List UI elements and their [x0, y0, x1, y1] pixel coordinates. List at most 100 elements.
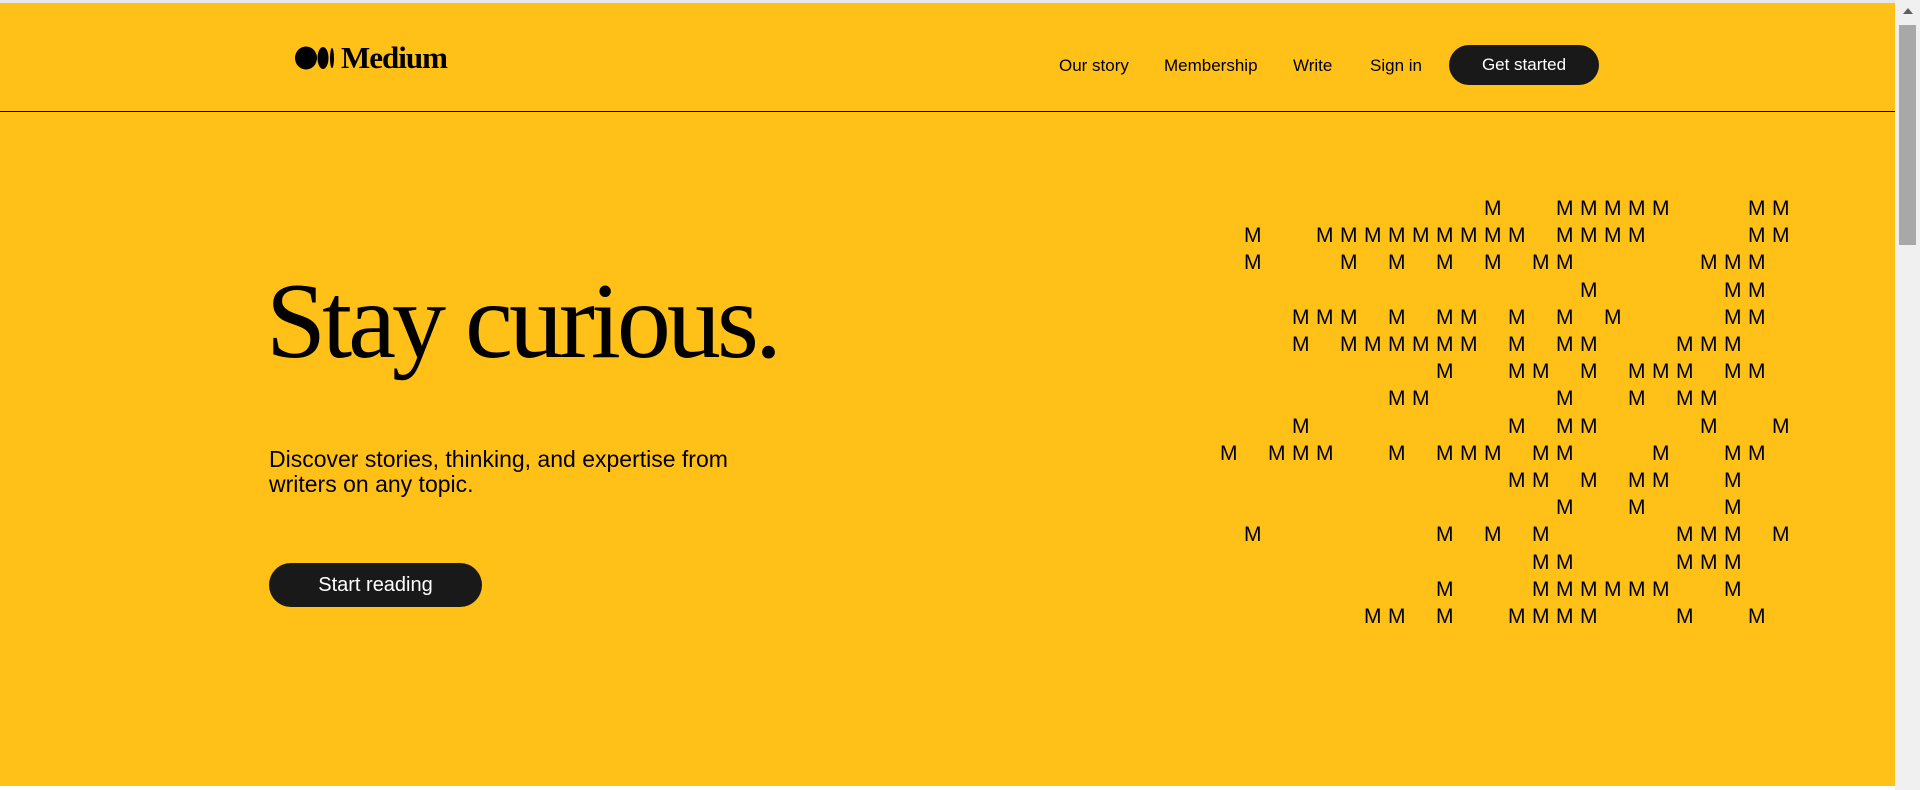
pattern-letter: M [1436, 360, 1454, 384]
pattern-letter: M [1412, 333, 1430, 356]
pattern-letter: M [1364, 333, 1382, 356]
nav-write[interactable]: Write [1293, 56, 1332, 76]
pattern-letter: M [1652, 360, 1670, 384]
pattern-letter: M [1436, 251, 1454, 275]
pattern-letter: M [1772, 197, 1790, 220]
pattern-letter: M [1364, 224, 1382, 248]
hero-title: Stay curious. [266, 262, 782, 381]
pattern-letter: M [1748, 360, 1766, 384]
vertical-scrollbar[interactable] [1895, 0, 1920, 790]
pattern-letter: M [1316, 224, 1334, 248]
pattern-letter: M [1652, 469, 1670, 492]
pattern-letter: M [1436, 523, 1454, 547]
pattern-letter: M [1556, 550, 1574, 574]
pattern-letter: M [1580, 333, 1598, 356]
pattern-letter: M [1340, 224, 1358, 248]
pattern-letter: M [1388, 441, 1406, 465]
site-header: Medium Our story Membership Write Sign i… [0, 3, 1895, 112]
pattern-letter: M [1556, 333, 1574, 356]
pattern-letter: M [1532, 360, 1550, 384]
pattern-letter: M [1484, 224, 1502, 248]
pattern-letter: M [1244, 224, 1262, 248]
pattern-letter: M [1532, 523, 1550, 547]
pattern-letter: M [1700, 550, 1718, 574]
pattern-letter: M [1748, 197, 1766, 220]
start-reading-button[interactable]: Start reading [269, 563, 482, 607]
pattern-letter: M [1484, 523, 1502, 547]
pattern-letter: M [1388, 605, 1406, 628]
pattern-letter: M [1628, 360, 1646, 384]
pattern-letter: M [1436, 577, 1454, 601]
pattern-letter: M [1292, 333, 1310, 356]
pattern-letter: M [1556, 496, 1574, 520]
page: Medium Our story Membership Write Sign i… [0, 0, 1920, 790]
pattern-letter: M [1532, 577, 1550, 601]
scrollbar-thumb[interactable] [1899, 25, 1916, 245]
pattern-letter: M [1724, 251, 1742, 275]
pattern-letter: M [1772, 523, 1790, 547]
pattern-letter: M [1388, 224, 1406, 248]
pattern-letter: M [1724, 469, 1742, 492]
arrow-up-icon[interactable] [1895, 0, 1920, 22]
pattern-letter: M [1604, 305, 1622, 329]
pattern-letter: M [1460, 441, 1478, 465]
pattern-letter: M [1580, 577, 1598, 601]
pattern-letter: M [1484, 251, 1502, 275]
pattern-letter: M [1508, 305, 1526, 329]
pattern-letter: M [1724, 305, 1742, 329]
pattern-letter: M [1748, 278, 1766, 302]
pattern-letter: M [1676, 360, 1694, 384]
pattern-letter: M [1340, 333, 1358, 356]
pattern-letter: M [1484, 441, 1502, 465]
pattern-letter: M [1628, 577, 1646, 601]
pattern-letter: M [1724, 550, 1742, 574]
pattern-letter: M [1292, 441, 1310, 465]
pattern-letter: M [1772, 414, 1790, 438]
pattern-letter: M [1436, 305, 1454, 329]
pattern-letter: M [1628, 224, 1646, 248]
pattern-letter: M [1484, 197, 1502, 220]
pattern-letter: M [1556, 305, 1574, 329]
nav-membership[interactable]: Membership [1164, 56, 1258, 76]
pattern-letter: M [1748, 441, 1766, 465]
pattern-letter: M [1700, 333, 1718, 356]
nav-our-story[interactable]: Our story [1059, 56, 1129, 76]
pattern-letter: M [1676, 387, 1694, 411]
pattern-letter: M [1724, 278, 1742, 302]
top-nav: Our story Membership Write Sign in Get s… [0, 45, 1895, 85]
pattern-letter: M [1580, 360, 1598, 384]
pattern-letter: M [1724, 360, 1742, 384]
pattern-letter: M [1556, 414, 1574, 438]
pattern-letter: M [1508, 224, 1526, 248]
hero-subtitle: Discover stories, thinking, and expertis… [269, 446, 728, 497]
pattern-letter: M [1508, 605, 1526, 628]
pattern-letter: M [1412, 224, 1430, 248]
pattern-letter: M [1436, 333, 1454, 356]
pattern-letter: M [1436, 605, 1454, 628]
pattern-letter: M [1556, 197, 1574, 220]
pattern-letter: M [1748, 224, 1766, 248]
pattern-letter: M [1556, 251, 1574, 275]
pattern-letter: M [1700, 387, 1718, 411]
get-started-button[interactable]: Get started [1449, 45, 1599, 85]
pattern-letter: M [1460, 224, 1478, 248]
nav-sign-in[interactable]: Sign in [1370, 56, 1422, 76]
pattern-letter: M [1244, 523, 1262, 547]
pattern-letter: M [1388, 387, 1406, 411]
pattern-letter: M [1340, 251, 1358, 275]
pattern-letter: M [1628, 197, 1646, 220]
pattern-letter: M [1580, 224, 1598, 248]
pattern-letter: M [1340, 305, 1358, 329]
pattern-letter: M [1628, 469, 1646, 492]
pattern-letter: M [1580, 414, 1598, 438]
pattern-letter: M [1676, 523, 1694, 547]
pattern-letter: M [1676, 550, 1694, 574]
pattern-letter: M [1700, 414, 1718, 438]
pattern-letter: M [1532, 605, 1550, 628]
pattern-letter: M [1772, 224, 1790, 248]
pattern-letter: M [1532, 441, 1550, 465]
pattern-letter: M [1556, 441, 1574, 465]
pattern-letter: M [1652, 577, 1670, 601]
pattern-letter: M [1508, 360, 1526, 384]
pattern-letter: M [1628, 496, 1646, 520]
